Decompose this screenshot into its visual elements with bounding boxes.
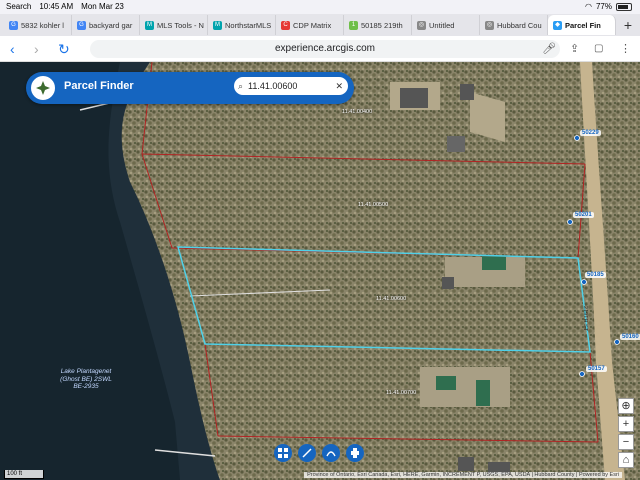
- home-icon[interactable]: ⌂: [618, 452, 634, 468]
- map-toolbar: [274, 444, 364, 462]
- print-icon: [351, 448, 359, 458]
- app-title: Parcel Finder: [64, 80, 134, 92]
- reload-icon[interactable]: ↻: [58, 41, 70, 57]
- building: [436, 376, 456, 390]
- building: [458, 457, 474, 471]
- tab-count-icon[interactable]: ▢: [594, 41, 603, 57]
- tab[interactable]: ◎ Untitled: [412, 15, 480, 35]
- building: [442, 277, 454, 289]
- tab-label: CDP Matrix: [293, 20, 332, 30]
- address-label[interactable]: 50229: [580, 130, 601, 136]
- address-label[interactable]: 50185: [585, 272, 606, 278]
- globe-icon: ◎: [417, 20, 426, 30]
- globe-icon: ◎: [485, 20, 494, 30]
- tab[interactable]: C CDP Matrix: [276, 15, 344, 35]
- new-tab-icon[interactable]: +: [624, 17, 632, 33]
- tab[interactable]: Gbackyard gar: [72, 15, 140, 35]
- menu-icon[interactable]: ⋮: [620, 41, 631, 57]
- tab[interactable]: G 5832 kohler l: [4, 15, 72, 35]
- tab-label: Untitled: [429, 20, 455, 30]
- aerial-imagery: [0, 62, 640, 480]
- building: [476, 380, 490, 406]
- address-bar[interactable]: experience.arcgis.com: [90, 40, 560, 58]
- document-icon: 1: [349, 20, 358, 30]
- app-logo-icon: [29, 74, 57, 102]
- grid-icon: [278, 448, 288, 458]
- wifi-icon: ◠: [585, 2, 592, 11]
- scale-bar: 100 ft: [4, 470, 44, 479]
- draw-icon: [326, 451, 336, 457]
- search-icon: ⌕: [238, 81, 244, 91]
- back-to-search-link[interactable]: Search: [6, 2, 31, 11]
- address-label[interactable]: 50201: [573, 212, 594, 218]
- arcgis-icon: ◆: [553, 20, 562, 30]
- tab-label: backyard gar: [89, 20, 133, 30]
- building: [482, 256, 506, 270]
- search-value: 11.41.00600: [248, 81, 298, 91]
- battery-percent: 77%: [595, 2, 612, 11]
- road-label: 219TH ST: [582, 306, 588, 332]
- tab[interactable]: 1 50185 219th: [344, 15, 412, 35]
- zoom-in-button[interactable]: +: [618, 416, 634, 432]
- building: [400, 88, 428, 108]
- tab-active[interactable]: ◆ Parcel Fin: [548, 15, 616, 35]
- print-button[interactable]: [346, 444, 364, 462]
- tab-label: MLS Tools - N: [157, 20, 204, 30]
- share-icon[interactable]: ⇪: [570, 41, 579, 57]
- building: [447, 136, 465, 152]
- browser-toolbar: ‹ › ↻ experience.arcgis.com 🎤︎ ⇪ ▢ ⋮: [0, 36, 640, 62]
- address-label[interactable]: 50157: [586, 366, 607, 372]
- battery-icon: [616, 2, 632, 11]
- parcel-search-input[interactable]: ⌕ 11.41.00600 ✕: [234, 77, 348, 95]
- measure-icon: [302, 448, 312, 458]
- parcel-id-label: 11.41.00700: [386, 390, 417, 396]
- tab[interactable]: ◎ Hubbard Cou: [480, 15, 548, 35]
- tab[interactable]: M MLS Tools - N: [140, 15, 208, 35]
- mls-icon: M: [145, 20, 154, 30]
- google-icon: G: [9, 20, 18, 30]
- tab-label: Hubbard Cou: [497, 20, 542, 30]
- attribution-text: Province of Ontario, Esri Canada, Esri, …: [307, 472, 575, 478]
- status-bar: Search 10:45 AM Mon Mar 23 ◠ 77%: [0, 0, 640, 14]
- tab[interactable]: M NorthstarMLS: [208, 15, 276, 35]
- app-header: Parcel Finder ⌕ 11.41.00600 ✕: [26, 72, 354, 104]
- parcel-id-label: 11.41.00400: [342, 109, 373, 115]
- google-icon: G: [77, 20, 86, 30]
- status-time: 10:45 AM: [39, 2, 74, 11]
- forward-icon[interactable]: ›: [34, 41, 39, 57]
- tab-label: NorthstarMLS: [225, 20, 272, 30]
- map-attribution: Province of Ontario, Esri Canada, Esri, …: [304, 472, 622, 478]
- building: [460, 84, 474, 100]
- lake-label: Lake Plantagenet (Ghost BE) 2SWL BE-2935: [60, 368, 112, 390]
- zoom-out-button[interactable]: −: [618, 434, 634, 450]
- back-icon[interactable]: ‹: [10, 41, 15, 57]
- map-view[interactable]: 11.41.00400 11.41.00500 11.41.00600 11.4…: [0, 62, 640, 480]
- map-controls: ⊕ + − ⌂: [618, 398, 634, 470]
- microphone-icon[interactable]: 🎤︎: [542, 41, 556, 57]
- clear-icon[interactable]: ✕: [335, 77, 343, 95]
- tab-label: 50185 219th: [361, 20, 403, 30]
- address-label[interactable]: 50160: [620, 334, 640, 340]
- tab-label: Parcel Fin: [565, 20, 601, 30]
- parcel-id-label: 11.41.00500: [358, 202, 389, 208]
- tab-bar: G 5832 kohler l Gbackyard gar M MLS Tools …: [0, 14, 640, 36]
- locate-icon[interactable]: ⊕: [618, 398, 634, 414]
- cdp-icon: C: [281, 20, 290, 30]
- status-date: Mon Mar 23: [81, 2, 124, 11]
- basemap-gallery-button[interactable]: [274, 444, 292, 462]
- mls-icon: M: [213, 20, 222, 30]
- draw-button[interactable]: [322, 444, 340, 462]
- measure-button[interactable]: [298, 444, 316, 462]
- parcel-id-label: 11.41.00600: [376, 296, 407, 302]
- powered-by-link[interactable]: Powered by Esri: [579, 472, 619, 478]
- tab-label: 5832 kohler l: [21, 20, 64, 30]
